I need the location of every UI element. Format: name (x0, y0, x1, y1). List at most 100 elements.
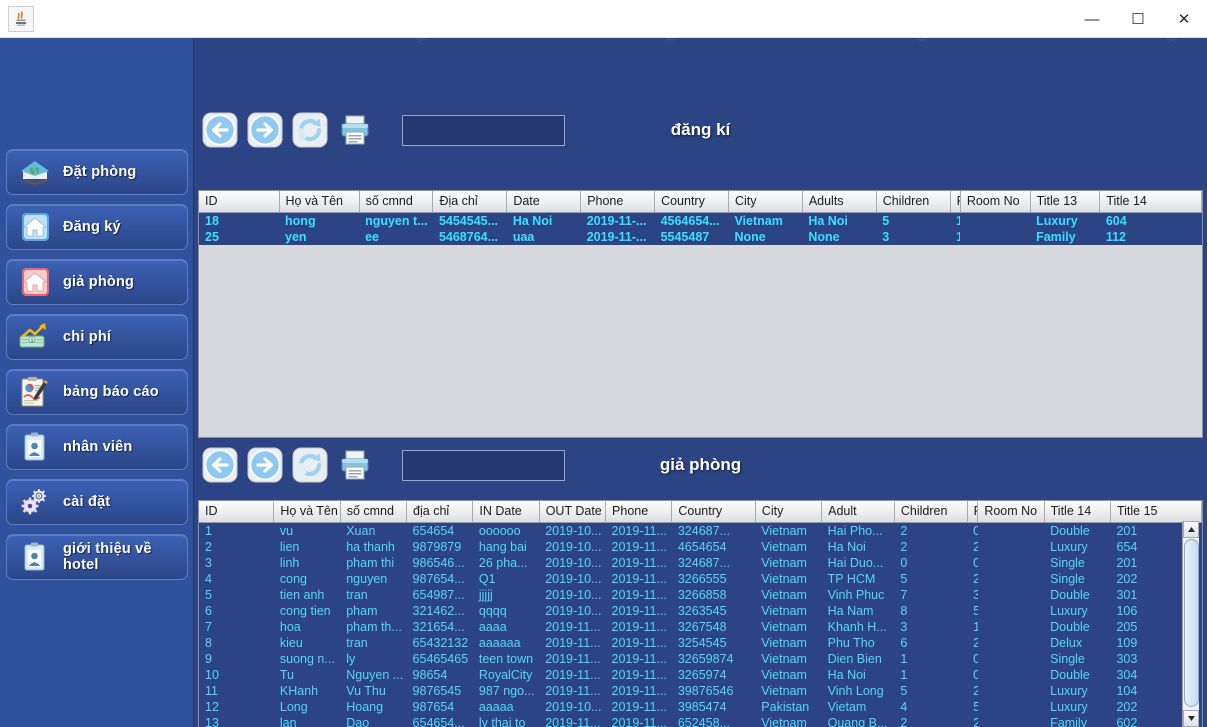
column-header[interactable]: OUT Date (539, 501, 607, 523)
table-dang-ki-head: ID Họ và Tên số cmnd Địa chỉ Date Phone Countr… (199, 191, 1202, 213)
table-cell: 9 (199, 650, 274, 667)
scroll-up-arrow[interactable] (1183, 521, 1199, 538)
column-header[interactable]: số cmnd (359, 191, 434, 213)
column-header[interactable]: Adult (821, 501, 895, 523)
vertical-scrollbar[interactable] (1182, 521, 1199, 727)
table-row[interactable]: 7 hoa pham th... 321654... aaaa 2019-11... 201… (199, 618, 1202, 635)
table-cell: Family (1030, 228, 1100, 245)
column-header[interactable]: Adults (802, 191, 877, 213)
column-header[interactable]: Phone (605, 501, 673, 523)
column-header[interactable]: Country (654, 191, 729, 213)
column-header[interactable]: Họ và Tên (273, 501, 341, 523)
table-row[interactable]: 8 kieu tran 65432132 aaaaaa 2019-11... 2019-11… (199, 634, 1202, 651)
column-header[interactable]: Children (876, 191, 951, 213)
maximize-button[interactable]: ☐ (1115, 0, 1161, 38)
table-cell: 4 (199, 570, 274, 587)
table-cell: 39876546 (671, 682, 756, 699)
sidebar-item-gia-phong[interactable]: giả phòng (6, 259, 188, 305)
table-gia-phong[interactable]: ID Họ và Tên số cmnd địa chỉ IN Date OUT Date… (198, 500, 1203, 727)
sidebar-item-nhan-vien[interactable]: nhân viên (6, 424, 188, 470)
table-cell: 324687... (671, 554, 756, 571)
table-row[interactable]: 25 yen ee 5468764... uaa 2019-11-... 5545487 No… (199, 228, 1202, 245)
column-header[interactable]: Children (894, 501, 968, 523)
table-cell: 25 (199, 228, 280, 245)
table-cell: 3 (876, 228, 951, 245)
scrollbar-thumb[interactable] (1184, 539, 1199, 707)
column-header[interactable]: Địa chỉ (432, 191, 508, 213)
table-header-row: ID Họ và Tên số cmnd địa chỉ IN Date OUT Date… (199, 501, 1202, 523)
sidebar-item-gioi-thieu-ve-hotel[interactable]: giới thiệu về hotel (6, 534, 188, 580)
table-cell: aaaaa (472, 698, 540, 715)
table-row[interactable]: 2 lien ha thanh 9879879 hang bai 2019-10... 20… (199, 538, 1202, 555)
column-header[interactable]: địa chỉ (406, 501, 474, 523)
table-cell (960, 228, 1031, 245)
id-card-icon (17, 541, 53, 573)
column-header[interactable]: Date (506, 191, 582, 213)
column-header[interactable]: ID (199, 501, 275, 523)
sidebar-item-chi-phi[interactable]: $ chi phí (6, 314, 188, 360)
sidebar-item-bang-bao-cao[interactable]: bảng báo cáo (6, 369, 188, 415)
column-header[interactable]: Room No (977, 501, 1045, 523)
table-row[interactable]: 12 Long Hoang 987654 aaaaa 2019-10... 2019-11.… (199, 698, 1202, 715)
scroll-down-arrow[interactable] (1183, 710, 1199, 727)
table-cell: 12 (199, 698, 274, 715)
sidebar-item-cai-dat[interactable]: cài đặt (6, 479, 188, 525)
minimize-button[interactable]: — (1069, 0, 1115, 38)
table-dang-ki[interactable]: ID Họ và Tên số cmnd Địa chỉ Date Phone Countr… (198, 190, 1203, 438)
table-cell: 2019-11... (605, 666, 672, 683)
column-header[interactable]: ID (199, 191, 280, 213)
table-cell: Pakistan (755, 698, 822, 715)
column-header[interactable]: Phone (580, 191, 656, 213)
table-row[interactable]: 11 KHanh Vu Thu 9876545 987 ngo... 2019-11...… (199, 682, 1202, 699)
table-row[interactable]: 3 linh pham thi 986546... 26 pha... 2019-10..… (199, 554, 1202, 571)
table-cell: Luxury (1044, 698, 1111, 715)
table-dang-ki-grid: ID Họ và Tên số cmnd Địa chỉ Date Phone Countr… (199, 191, 1202, 245)
table-cell: None (728, 228, 803, 245)
table-cell: KHanh (273, 682, 341, 699)
table-cell: lan (273, 714, 341, 727)
column-header[interactable]: Title 15 (1110, 501, 1202, 523)
sidebar-item-dang-ky[interactable]: Đăng ký (6, 204, 188, 250)
table-cell: 5545487 (654, 228, 729, 245)
table-row[interactable]: 4 cong nguyen 987654... Q1 2019-10... 2019-11.… (199, 570, 1202, 587)
table-cell: Tu (273, 666, 341, 683)
table-cell: Vinh Phuc (821, 586, 895, 603)
table-cell: 6 (894, 634, 968, 651)
column-header[interactable]: Room T... (967, 501, 979, 523)
column-header[interactable]: City (755, 501, 823, 523)
column-header[interactable]: Room No (960, 191, 1031, 213)
column-header[interactable]: Country (671, 501, 756, 523)
table-row[interactable]: 18 hong nguyen t... 5454545... Ha Noi 2019-11… (199, 212, 1202, 229)
sidebar-item-label: giới thiệu về hotel (63, 541, 152, 573)
table-cell: 8 (894, 602, 968, 619)
table-row[interactable]: 9 suong n... ly 65465465 teen town 2019-11...… (199, 650, 1202, 667)
table-cell: 10 (199, 666, 274, 683)
table-cell: 3 (894, 618, 968, 635)
table-cell: teen town (472, 650, 540, 667)
table-cell: hoa (273, 618, 341, 635)
table-cell: 2 (967, 634, 978, 651)
close-icon: ✕ (1177, 10, 1191, 28)
table-row[interactable]: 13 lan Dao 654654... ly thai to 2019-11... 201… (199, 714, 1202, 727)
table-cell: TP HCM (821, 570, 895, 587)
table-row[interactable]: 10 Tu Nguyen ... 98654 RoyalCity 2019-11... 20… (199, 666, 1202, 683)
column-header[interactable]: IN Date (472, 501, 540, 523)
close-button[interactable]: ✕ (1161, 0, 1207, 38)
table-cell: 2019-11... (539, 618, 606, 635)
table-cell: Vietnam (755, 586, 822, 603)
table-cell: pham (340, 602, 407, 619)
table-cell (977, 666, 1045, 683)
table-cell: Vietnam (755, 570, 822, 587)
column-header[interactable]: số cmnd (340, 501, 408, 523)
sidebar-item-dat-phong[interactable]: Đặt phòng (6, 149, 188, 195)
column-header[interactable]: Họ và Tên (279, 191, 360, 213)
column-header[interactable]: City (728, 191, 803, 213)
column-header[interactable]: Title 13 (1030, 191, 1101, 213)
column-header[interactable]: Title 14 (1044, 501, 1111, 523)
table-row[interactable]: 6 cong tien pham 321462... qqqq 2019-10... 201… (199, 602, 1202, 619)
table-cell: 2019-11... (605, 650, 672, 667)
column-header[interactable]: Room Ty... (950, 191, 961, 213)
table-row[interactable]: 5 tien anh tran 654987... jjjjj 2019-10... 201… (199, 586, 1202, 603)
column-header[interactable]: Title 14 (1099, 191, 1202, 213)
table-row[interactable]: 1 vu Xuan 654654 oooooo 2019-10... 2019-11... 3… (199, 522, 1202, 539)
